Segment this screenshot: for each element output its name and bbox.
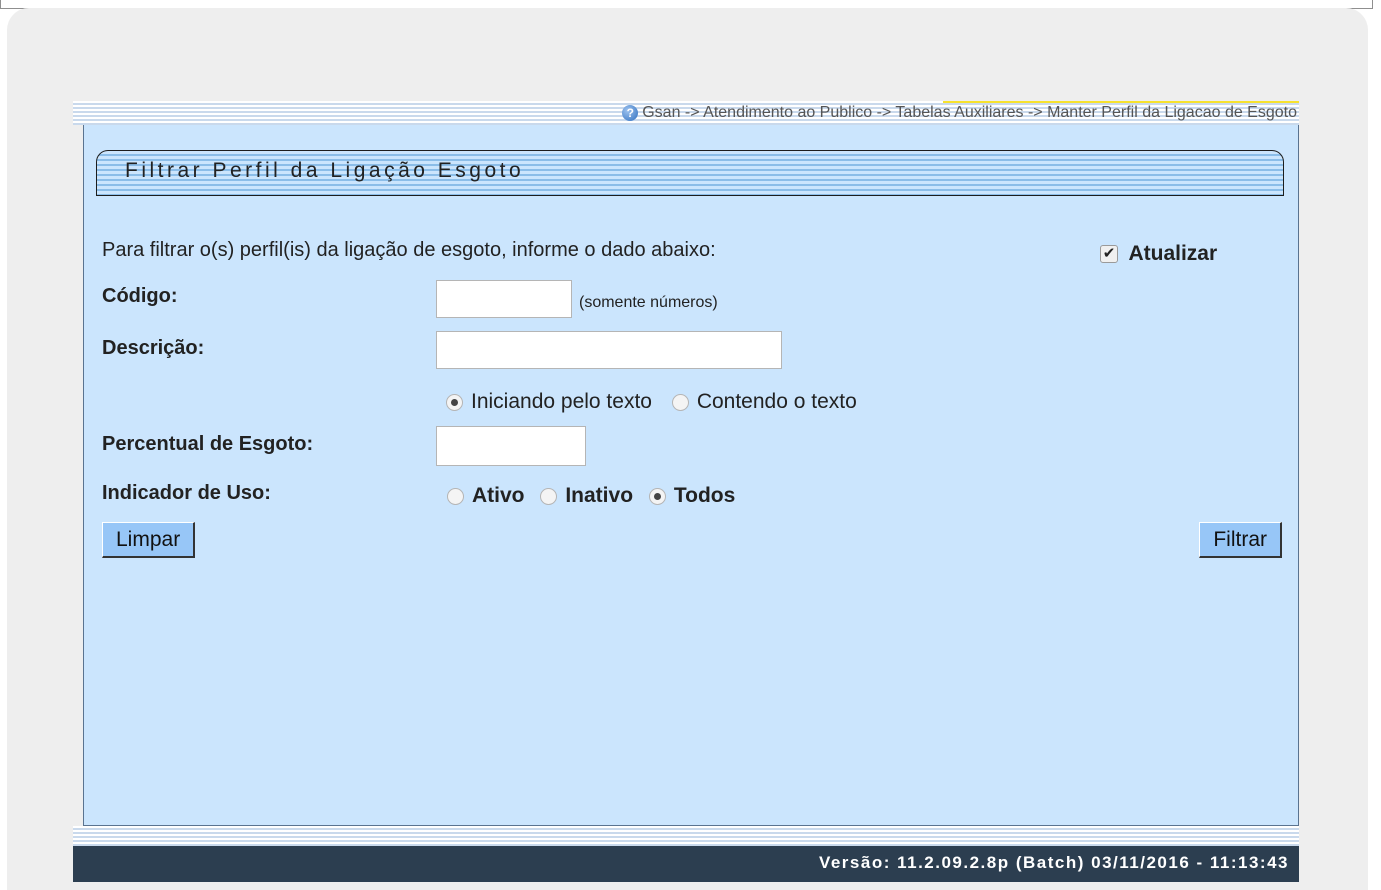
codigo-hint: (somente números) — [579, 294, 718, 311]
version-footer: Versão: 11.2.09.2.8p (Batch) 03/11/2016 … — [73, 846, 1299, 882]
radio-iniciando-button[interactable] — [446, 393, 463, 411]
breadcrumb-accent-line — [943, 101, 1299, 103]
codigo-input[interactable] — [436, 280, 572, 318]
radio-todos-label: Todos — [673, 484, 736, 508]
radio-inativo-button[interactable] — [540, 487, 558, 505]
radio-inativo[interactable]: Inativo — [540, 484, 633, 508]
descricao-match-options: Iniciando pelo texto Contendo o texto — [446, 390, 871, 414]
percentual-input[interactable] — [436, 426, 586, 466]
help-icon[interactable]: ? — [622, 105, 639, 121]
radio-todos[interactable]: Todos — [648, 484, 736, 508]
radio-ativo-label: Ativo — [472, 484, 525, 508]
radio-todos-button[interactable] — [648, 487, 666, 505]
indicador-label: Indicador de Uso: — [102, 482, 271, 504]
filtrar-button[interactable]: Filtrar — [1199, 522, 1282, 558]
form-title: Filtrar Perfil da Ligação Esgoto — [125, 159, 525, 182]
atualizar-checkbox[interactable]: ✔ — [1100, 245, 1118, 263]
radio-contendo-button[interactable] — [671, 393, 689, 411]
form-instructions: Para filtrar o(s) perfil(is) da ligação … — [102, 239, 716, 261]
radio-ativo[interactable]: Ativo — [447, 484, 525, 508]
breadcrumb: ? Gsan -> Atendimento ao Publico -> Tabe… — [622, 104, 1297, 122]
footer-stripes — [73, 826, 1299, 846]
descricao-label: Descrição: — [102, 337, 205, 359]
radio-contendo-label: Contendo o texto — [696, 390, 857, 414]
radio-inativo-label: Inativo — [565, 484, 634, 508]
atualizar-label: Atualizar — [1128, 242, 1218, 265]
version-text: Versão: 11.2.09.2.8p (Batch) 03/11/2016 … — [818, 853, 1289, 872]
breadcrumb-bar: ? Gsan -> Atendimento ao Publico -> Tabe… — [73, 101, 1299, 125]
atualizar-option[interactable]: ✔ Atualizar — [1100, 242, 1217, 266]
indicador-options: Ativo Inativo Todos — [447, 484, 745, 508]
descricao-input[interactable] — [436, 331, 782, 369]
codigo-label: Código: — [102, 285, 178, 307]
form-title-box: Filtrar Perfil da Ligação Esgoto — [96, 150, 1284, 196]
filter-panel: Filtrar Perfil da Ligação Esgoto Para fi… — [83, 125, 1299, 826]
breadcrumb-text: Gsan -> Atendimento ao Publico -> Tabela… — [642, 104, 1297, 121]
radio-iniciando-label: Iniciando pelo texto — [471, 390, 652, 414]
limpar-button[interactable]: Limpar — [102, 522, 196, 558]
radio-contendo[interactable]: Contendo o texto — [671, 390, 857, 414]
radio-iniciando[interactable]: Iniciando pelo texto — [446, 390, 652, 414]
radio-ativo-button[interactable] — [447, 487, 464, 505]
percentual-label: Percentual de Esgoto: — [102, 433, 314, 455]
